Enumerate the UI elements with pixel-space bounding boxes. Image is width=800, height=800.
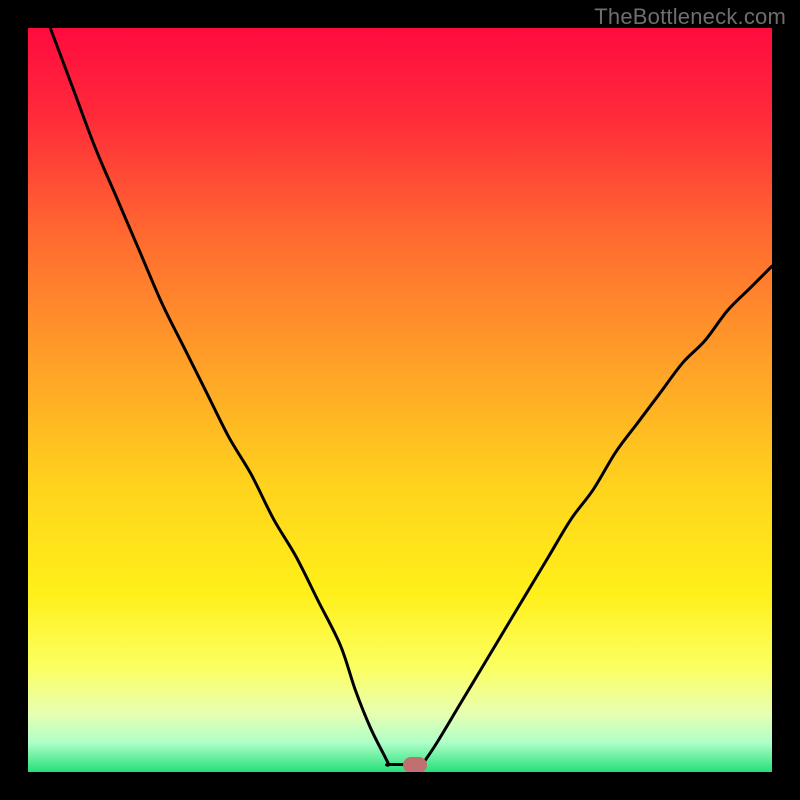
watermark-text: TheBottleneck.com — [594, 4, 786, 30]
gradient-rect — [28, 28, 772, 772]
optimal-point-marker — [403, 757, 427, 772]
plot-area — [28, 28, 772, 772]
plot-svg — [28, 28, 772, 772]
chart-frame: TheBottleneck.com — [0, 0, 800, 800]
